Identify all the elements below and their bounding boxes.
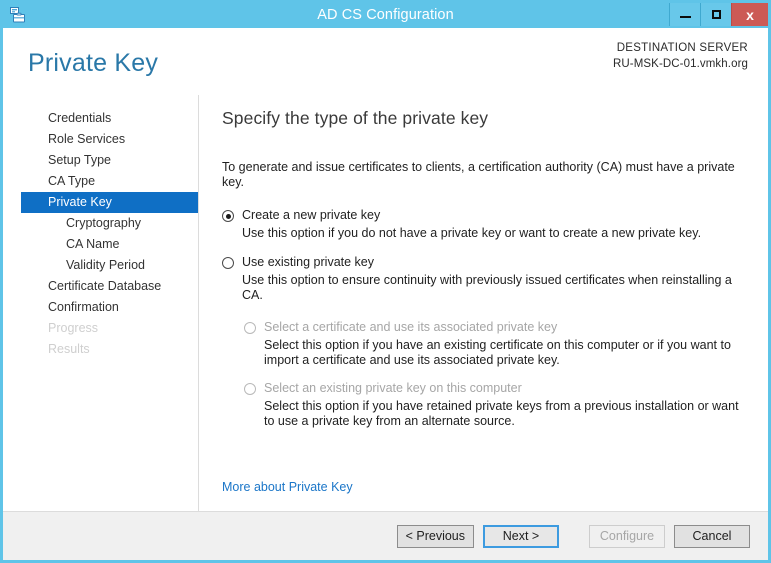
client-area: Private Key DESTINATION SERVER RU-MSK-DC…	[3, 28, 768, 560]
ad-cs-configuration-window: AD CS Configuration x Private Key DESTIN…	[0, 0, 771, 563]
radio-select-certificate: Select a certificate and use its associa…	[244, 320, 750, 335]
radio-create-new-private-key-description: Use this option if you do not have a pri…	[242, 226, 750, 241]
minimize-icon	[680, 16, 691, 18]
cancel-button[interactable]: Cancel	[674, 525, 750, 548]
sidebar-item-progress: Progress	[21, 318, 198, 339]
close-icon: x	[746, 7, 754, 23]
sidebar-item-results: Results	[21, 339, 198, 360]
more-about-private-key-link[interactable]: More about Private Key	[222, 480, 353, 494]
sub-option-select-certificate: Select a certificate and use its associa…	[244, 320, 750, 368]
content-panel: Specify the type of the private key To g…	[199, 95, 768, 511]
sidebar-item-role-services[interactable]: Role Services	[21, 129, 198, 150]
radio-create-new-private-key[interactable]: Create a new private key	[222, 208, 750, 223]
title-bar[interactable]: AD CS Configuration x	[1, 1, 770, 28]
maximize-icon	[712, 10, 721, 19]
close-button[interactable]: x	[731, 3, 768, 26]
previous-button[interactable]: < Previous	[397, 525, 474, 548]
minimize-button[interactable]	[669, 3, 700, 26]
radio-button-icon	[244, 383, 256, 395]
radio-use-existing-private-key-label: Use existing private key	[242, 255, 374, 270]
wizard-footer: < Previous Next > Configure Cancel	[3, 511, 768, 560]
content-heading: Specify the type of the private key	[222, 108, 750, 129]
existing-key-sub-options: Select a certificate and use its associa…	[244, 320, 750, 429]
radio-create-new-private-key-label: Create a new private key	[242, 208, 380, 223]
sidebar-item-cryptography[interactable]: Cryptography	[21, 213, 198, 234]
page-header: Private Key DESTINATION SERVER RU-MSK-DC…	[3, 28, 768, 95]
sidebar-item-credentials[interactable]: Credentials	[21, 108, 198, 129]
configure-button: Configure	[589, 525, 665, 548]
content-intro-text: To generate and issue certificates to cl…	[222, 160, 750, 190]
radio-use-existing-private-key[interactable]: Use existing private key	[222, 255, 750, 270]
sidebar-item-setup-type[interactable]: Setup Type	[21, 150, 198, 171]
radio-button-icon[interactable]	[222, 257, 234, 269]
window-title: AD CS Configuration	[1, 7, 770, 23]
certificate-server-icon	[7, 4, 29, 26]
sidebar-item-validity-period[interactable]: Validity Period	[21, 255, 198, 276]
destination-server-label: DESTINATION SERVER	[613, 42, 748, 54]
radio-select-certificate-label: Select a certificate and use its associa…	[264, 320, 557, 335]
radio-select-existing-key: Select an existing private key on this c…	[244, 381, 750, 396]
sidebar-item-ca-type[interactable]: CA Type	[21, 171, 198, 192]
radio-select-certificate-description: Select this option if you have an existi…	[264, 338, 750, 368]
radio-button-icon[interactable]	[222, 210, 234, 222]
radio-button-icon	[244, 322, 256, 334]
sidebar-item-ca-name[interactable]: CA Name	[21, 234, 198, 255]
page-body: Credentials Role Services Setup Type CA …	[3, 95, 768, 511]
page-title: Private Key	[28, 49, 158, 78]
sidebar-item-private-key[interactable]: Private Key	[21, 192, 198, 213]
radio-select-existing-key-label: Select an existing private key on this c…	[264, 381, 522, 396]
radio-select-existing-key-description: Select this option if you have retained …	[264, 399, 750, 429]
window-controls: x	[669, 3, 768, 26]
destination-server-name: RU-MSK-DC-01.vmkh.org	[613, 58, 748, 70]
wizard-navigation: Credentials Role Services Setup Type CA …	[3, 95, 199, 511]
sidebar-item-confirmation[interactable]: Confirmation	[21, 297, 198, 318]
private-key-option-group: Create a new private key Use this option…	[222, 208, 750, 429]
next-button[interactable]: Next >	[483, 525, 559, 548]
sub-option-select-existing-key: Select an existing private key on this c…	[244, 381, 750, 429]
maximize-button[interactable]	[700, 3, 731, 26]
radio-use-existing-private-key-description: Use this option to ensure continuity wit…	[242, 273, 750, 303]
sidebar-item-certificate-database[interactable]: Certificate Database	[21, 276, 198, 297]
destination-server-block: DESTINATION SERVER RU-MSK-DC-01.vmkh.org	[613, 42, 748, 70]
